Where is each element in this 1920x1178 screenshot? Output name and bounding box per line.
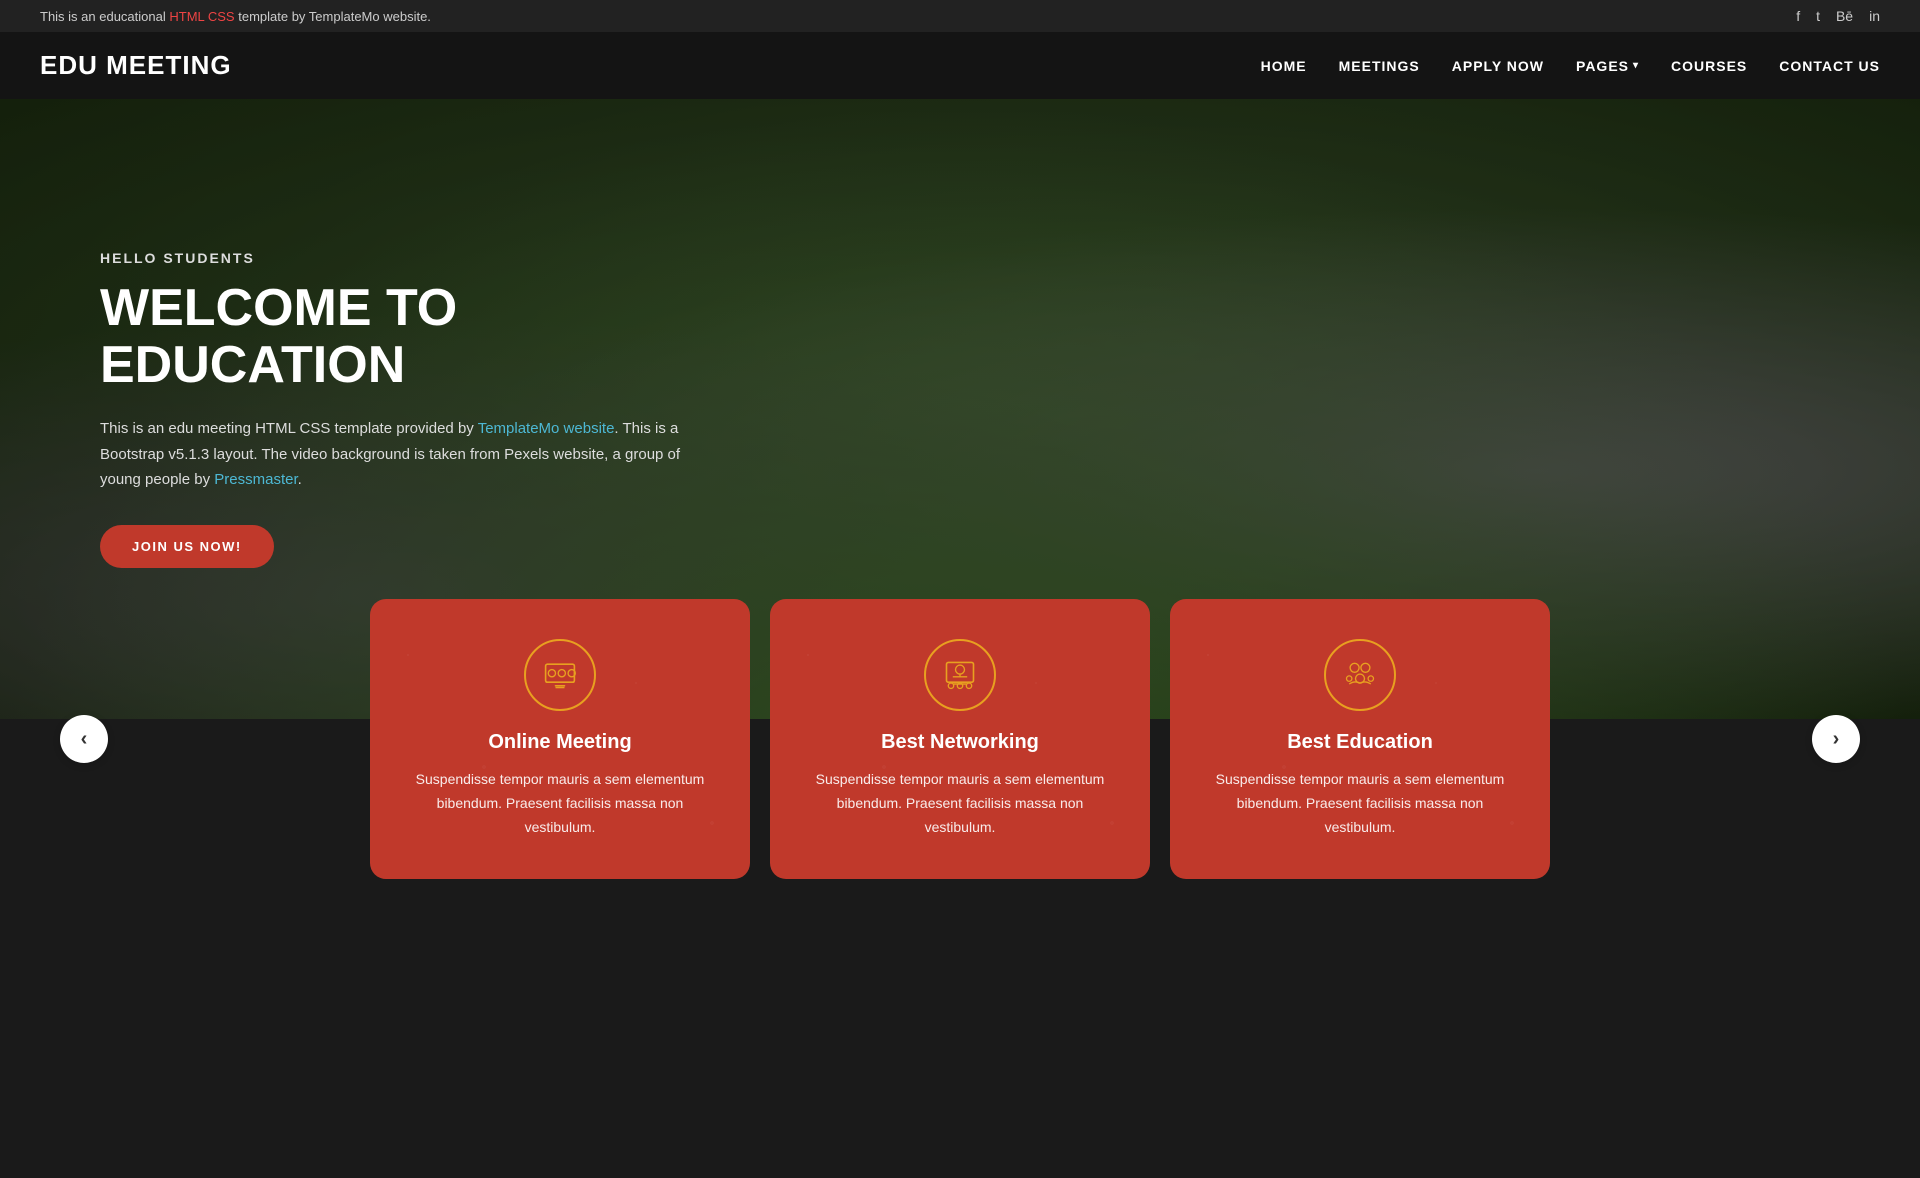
linkedin-icon[interactable]: in xyxy=(1869,8,1880,24)
join-button[interactable]: JOIN US NOW! xyxy=(100,525,274,568)
main-nav: HOME MEETINGS APPLY NOW PAGES ▾ COURSES … xyxy=(1261,58,1880,74)
nav-apply-now[interactable]: APPLY NOW xyxy=(1452,58,1544,74)
card2-desc: Suspendisse tempor mauris a sem elementu… xyxy=(802,768,1118,839)
top-bar-prefix: This is an educational xyxy=(40,9,169,24)
hero-content: HELLO STUDENTS WELCOME TO EDUCATION This… xyxy=(100,250,700,568)
nav-home[interactable]: HOME xyxy=(1261,58,1307,74)
networking-icon xyxy=(942,657,978,693)
hero-desc-part3: . xyxy=(298,471,302,488)
site-logo: EDU MEETING xyxy=(40,50,232,81)
card1-title: Online Meeting xyxy=(402,731,718,754)
card-best-networking: Best Networking Suspendisse tempor mauri… xyxy=(770,599,1150,879)
facebook-icon[interactable]: f xyxy=(1796,8,1800,24)
twitter-icon[interactable]: t xyxy=(1816,8,1820,24)
nav-meetings[interactable]: MEETINGS xyxy=(1339,58,1420,74)
slider-next-button[interactable]: › xyxy=(1812,715,1860,763)
top-bar-highlight: HTML CSS xyxy=(169,9,234,24)
card3-desc: Suspendisse tempor mauris a sem elementu… xyxy=(1202,768,1518,839)
card1-icon-wrap xyxy=(524,639,596,711)
pressmaster-link[interactable]: Pressmaster xyxy=(214,471,297,488)
meeting-icon xyxy=(542,657,578,693)
header: EDU MEETING HOME MEETINGS APPLY NOW PAGE… xyxy=(0,32,1920,99)
card2-title: Best Networking xyxy=(802,731,1118,754)
templatemo-link[interactable]: TemplateMo website xyxy=(478,420,615,437)
hero-subtitle: HELLO STUDENTS xyxy=(100,250,700,266)
behance-icon[interactable]: Bē xyxy=(1836,8,1853,24)
top-bar-text: This is an educational HTML CSS template… xyxy=(40,9,431,24)
top-bar: This is an educational HTML CSS template… xyxy=(0,0,1920,32)
education-icon xyxy=(1342,657,1378,693)
card3-icon-wrap xyxy=(1324,639,1396,711)
nav-courses[interactable]: COURSES xyxy=(1671,58,1747,74)
slider-prev-button[interactable]: ‹ xyxy=(60,715,108,763)
pages-chevron-icon: ▾ xyxy=(1633,60,1639,71)
hero-title: WELCOME TO EDUCATION xyxy=(100,280,700,394)
hero-desc-part1: This is an edu meeting HTML CSS template… xyxy=(100,420,478,437)
nav-pages[interactable]: PAGES ▾ xyxy=(1576,58,1639,74)
cards-wrapper: Online Meeting Suspendisse tempor mauris… xyxy=(108,599,1812,879)
nav-contact-us[interactable]: CONTACT US xyxy=(1779,58,1880,74)
top-bar-suffix: template by TemplateMo website. xyxy=(235,9,431,24)
social-icons: f t Bē in xyxy=(1796,8,1880,24)
card3-title: Best Education xyxy=(1202,731,1518,754)
card-best-education: Best Education Suspendisse tempor mauris… xyxy=(1170,599,1550,879)
card2-icon-wrap xyxy=(924,639,996,711)
cards-section: ‹ Online Meeting Suspendisse tempor maur… xyxy=(0,599,1920,879)
card-online-meeting: Online Meeting Suspendisse tempor mauris… xyxy=(370,599,750,879)
card1-desc: Suspendisse tempor mauris a sem elementu… xyxy=(402,768,718,839)
hero-description: This is an edu meeting HTML CSS template… xyxy=(100,416,700,493)
